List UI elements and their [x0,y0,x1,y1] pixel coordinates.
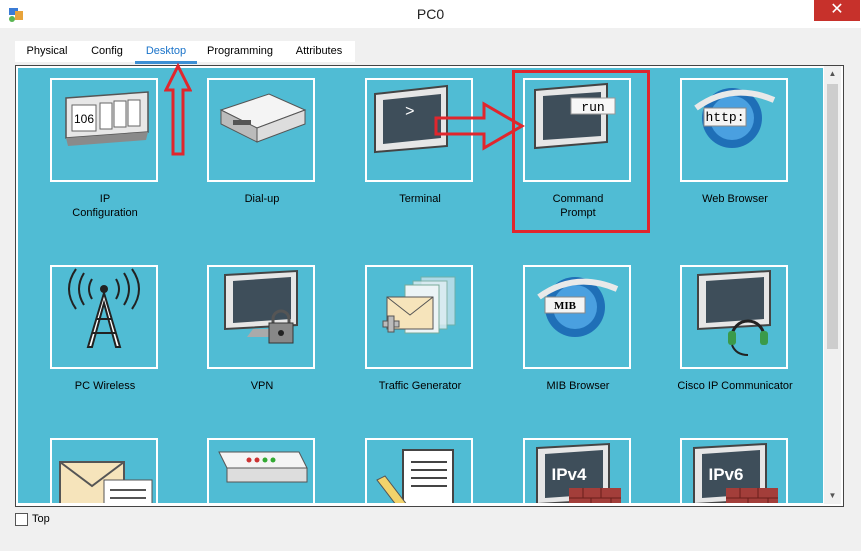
cisco-ip-communicator-label: Cisco IP Communicator [677,380,793,392]
pc-wireless-button[interactable] [50,265,158,369]
mib-browser-icon: MIB [537,277,619,337]
vpn-button[interactable] [207,265,315,369]
pppoe-dialer-icon [218,451,308,483]
email-button[interactable] [50,438,158,503]
tab-physical[interactable]: Physical [15,41,79,62]
web-browser-label: Web Browser [702,193,768,205]
svg-text:IPv4: IPv4 [552,465,588,484]
terminal-label: Terminal [399,193,441,205]
tab-desktop[interactable]: Desktop [135,41,197,64]
wireless-icon [68,268,140,348]
vpn-label: VPN [250,380,274,392]
annotation-arrow-up-icon [164,62,192,156]
svg-text:MIB: MIB [554,300,577,312]
traffic-generator-icon [382,276,456,334]
tab-attributes[interactable]: Attributes [283,41,355,62]
modem-icon [219,93,307,143]
ipv6-firewall-button[interactable]: IPv6 [680,438,788,503]
traffic-generator-label: Traffic Generator [378,380,462,392]
dial-up-label: Dial-up [244,193,280,205]
mib-browser-label: MIB Browser [546,380,610,392]
pc-wireless-label: PC Wireless [74,380,136,392]
top-checkbox-label: Top [32,513,50,525]
email-icon [59,461,153,503]
ip-configuration-label: IP Configuration [30,192,180,220]
web-browser-button[interactable]: http: [680,78,788,182]
vertical-scrollbar[interactable]: ▲ ▼ [824,66,841,504]
application-window: PC0 ✕ Physical Config Desktop Programmin… [0,0,861,551]
dial-up-button[interactable] [207,78,315,182]
tab-programming[interactable]: Programming [197,41,283,62]
firewall-ipv6-icon: IPv6 [693,442,778,503]
ip-configuration-button[interactable]: 106 [50,78,158,182]
ipv4-firewall-button[interactable]: IPv4 [523,438,631,503]
text-editor-icon [376,449,454,503]
cisco-ip-communicator-button[interactable] [680,265,788,369]
mib-browser-button[interactable]: MIB [523,265,631,369]
ip-communicator-icon [697,269,771,356]
top-checkbox[interactable] [15,513,28,526]
ip-config-icon: 106 [65,91,149,146]
svg-text:>: > [405,103,415,121]
traffic-generator-button[interactable] [365,265,473,369]
window-title: PC0 [416,6,445,22]
web-browser-icon: http: [694,88,776,148]
pppoe-dialer-button[interactable] [207,438,315,503]
ip-configuration-label-text: IP Configuration [72,193,138,219]
close-button[interactable]: ✕ [814,0,860,21]
firewall-ipv4-icon: IPv4 [536,442,621,503]
svg-text:IPv6: IPv6 [709,465,744,484]
title-bar: PC0 ✕ [0,0,861,28]
text-editor-button[interactable] [365,438,473,503]
desktop-area: 106 IP Configuration Dial-up > Terminal … [18,68,823,503]
tab-config[interactable]: Config [79,41,135,62]
tab-bar: Physical Config Desktop Programming Attr… [15,41,355,64]
command-prompt-highlight-box [512,70,650,233]
scroll-up-icon[interactable]: ▲ [824,66,841,82]
svg-text:106: 106 [74,112,94,126]
vpn-icon [224,269,298,344]
scroll-down-icon[interactable]: ▼ [824,488,841,504]
scroll-thumb[interactable] [827,84,838,349]
svg-text:http:: http: [705,110,744,125]
